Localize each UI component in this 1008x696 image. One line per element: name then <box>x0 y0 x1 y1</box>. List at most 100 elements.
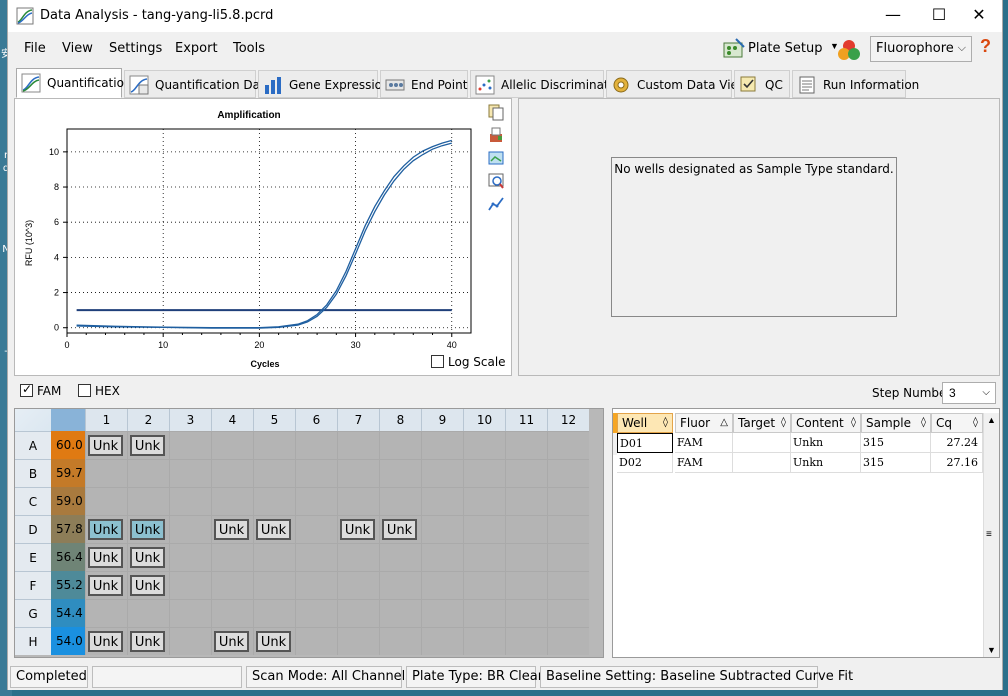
column-header-5[interactable]: 5 <box>253 409 295 431</box>
plate-well[interactable] <box>253 487 295 515</box>
plate-well[interactable] <box>169 543 211 571</box>
plate-well[interactable] <box>337 487 379 515</box>
column-header-6[interactable]: 6 <box>295 409 337 431</box>
table-cell-fluor[interactable]: FAM <box>675 433 733 453</box>
plate-well[interactable] <box>379 487 421 515</box>
plate-well[interactable]: Unk <box>337 515 379 543</box>
table-cell-sample[interactable]: 315 <box>861 433 931 453</box>
print-icon[interactable] <box>487 126 505 144</box>
plate-well[interactable]: Unk <box>127 431 169 459</box>
plate-well[interactable] <box>295 487 337 515</box>
tab-quantification[interactable]: Quantification <box>16 68 132 98</box>
plate-well[interactable] <box>421 431 463 459</box>
tab-allelic-discrimination[interactable]: Allelic Discrimination <box>470 70 627 98</box>
column-header-9[interactable]: 9 <box>421 409 463 431</box>
column-header-sample[interactable]: Sample ◊ <box>861 413 931 433</box>
well-E1[interactable]: Unk <box>88 547 123 568</box>
column-header-content[interactable]: Content ◊ <box>791 413 861 433</box>
plate-well[interactable] <box>547 487 589 515</box>
tab-run-information[interactable]: Run Information <box>792 70 919 98</box>
well-D1[interactable]: Unk <box>88 519 123 540</box>
plate-well[interactable] <box>463 599 505 627</box>
well-H4[interactable]: Unk <box>214 631 249 652</box>
plate-well[interactable] <box>295 627 337 655</box>
plate-well[interactable] <box>463 487 505 515</box>
plate-well[interactable] <box>295 431 337 459</box>
tab-custom-data-view[interactable]: Custom Data View <box>606 70 748 98</box>
plate-well[interactable] <box>211 431 253 459</box>
title-bar[interactable]: Data Analysis - tang-yang-li5.8.pcrd — ☐… <box>8 0 1002 32</box>
plate-well[interactable] <box>379 459 421 487</box>
column-header-7[interactable]: 7 <box>337 409 379 431</box>
tab-qc[interactable]: QC <box>734 70 790 98</box>
row-header-D[interactable]: D <box>15 515 51 543</box>
plate-well[interactable]: Unk <box>253 515 295 543</box>
well-D8[interactable]: Unk <box>382 519 417 540</box>
plate-well[interactable] <box>211 571 253 599</box>
column-header-12[interactable]: 12 <box>547 409 589 431</box>
column-header-1[interactable]: 1 <box>85 409 127 431</box>
plate-well[interactable] <box>463 543 505 571</box>
plate-well[interactable] <box>85 459 127 487</box>
plate-well[interactable] <box>337 431 379 459</box>
menu-export[interactable]: Export <box>175 41 218 56</box>
tab-quantification-data[interactable]: Quantification Data <box>124 70 272 98</box>
plate-well[interactable] <box>253 543 295 571</box>
row-header-A[interactable]: A <box>15 431 51 459</box>
well-A1[interactable]: Unk <box>88 435 123 456</box>
fam-checkbox[interactable]: FAM <box>20 382 61 398</box>
plate-well[interactable] <box>169 627 211 655</box>
plate-well[interactable] <box>337 459 379 487</box>
plate-well[interactable] <box>505 599 547 627</box>
plate-well[interactable] <box>379 543 421 571</box>
plate-well[interactable] <box>127 599 169 627</box>
curve-settings-icon[interactable] <box>487 195 505 213</box>
row-header-C[interactable]: C <box>15 487 51 515</box>
copy-icon[interactable] <box>487 103 505 121</box>
tab-end-point[interactable]: End Point <box>380 70 468 98</box>
minimize-button[interactable]: — <box>870 0 916 30</box>
well-D7[interactable]: Unk <box>340 519 375 540</box>
plate-well[interactable] <box>463 627 505 655</box>
table-cell-well[interactable]: D01 <box>617 433 673 453</box>
plate-well[interactable] <box>295 459 337 487</box>
plate-well[interactable] <box>169 431 211 459</box>
close-button[interactable]: ✕ <box>956 0 1002 30</box>
menu-tools[interactable]: Tools <box>233 41 265 56</box>
well-H5[interactable]: Unk <box>256 631 291 652</box>
row-header-F[interactable]: F <box>15 571 51 599</box>
plate-well[interactable] <box>547 543 589 571</box>
well-F1[interactable]: Unk <box>88 575 123 596</box>
table-cell-content[interactable]: Unkn <box>791 453 861 473</box>
plate-well[interactable] <box>505 459 547 487</box>
plate-well[interactable]: Unk <box>211 627 253 655</box>
plate-well[interactable]: Unk <box>127 543 169 571</box>
plate-well[interactable] <box>253 431 295 459</box>
plate-well[interactable] <box>127 487 169 515</box>
plate-well[interactable] <box>421 543 463 571</box>
plate-well[interactable] <box>337 627 379 655</box>
row-header-G[interactable]: G <box>15 599 51 627</box>
plate-well[interactable] <box>463 571 505 599</box>
plate-well[interactable] <box>505 487 547 515</box>
plate-well[interactable] <box>295 543 337 571</box>
table-cell-fluor[interactable]: FAM <box>675 453 733 473</box>
plate-well[interactable] <box>253 571 295 599</box>
plate-well[interactable] <box>211 599 253 627</box>
plate-well[interactable] <box>547 571 589 599</box>
plate-well[interactable]: Unk <box>127 571 169 599</box>
plate-well[interactable]: Unk <box>127 515 169 543</box>
table-cell-target[interactable] <box>733 453 791 473</box>
plate-well[interactable] <box>421 515 463 543</box>
plate-well[interactable] <box>337 571 379 599</box>
well-E2[interactable]: Unk <box>130 547 165 568</box>
plate-well[interactable] <box>169 515 211 543</box>
plate-well[interactable] <box>379 571 421 599</box>
hex-checkbox[interactable]: HEX <box>78 384 120 398</box>
plate-well[interactable] <box>337 599 379 627</box>
column-header-10[interactable]: 10 <box>463 409 505 431</box>
well-H1[interactable]: Unk <box>88 631 123 652</box>
plate-well[interactable]: Unk <box>85 515 127 543</box>
color-settings-icon[interactable] <box>837 38 861 62</box>
plate-well[interactable]: Unk <box>85 627 127 655</box>
